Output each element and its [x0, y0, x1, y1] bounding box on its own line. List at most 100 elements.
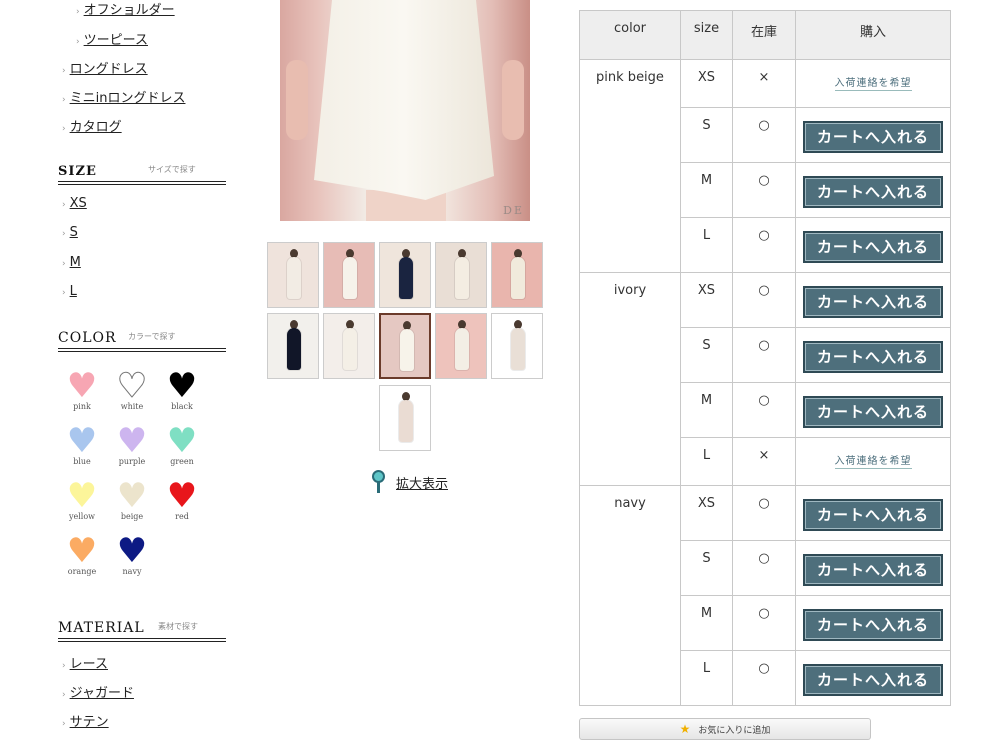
category-link-two-piece[interactable]: › ツーピース: [76, 29, 148, 48]
category-link-mini-in-long[interactable]: › ミニinロングドレス: [62, 87, 185, 106]
material-link-lace[interactable]: › レース: [62, 653, 108, 672]
chevron-right-icon: ›: [76, 37, 80, 47]
add-to-cart-button[interactable]: カートへ入れる: [803, 176, 943, 208]
size-link-m[interactable]: › M: [62, 255, 81, 270]
purchase-cell: カートへ入れる: [795, 272, 951, 328]
stock-cell: ×: [732, 437, 796, 486]
stock-cell: ○: [732, 540, 796, 596]
color-swatch-pink[interactable]: ♥ pink: [60, 366, 104, 411]
heart-icon: ♥: [166, 476, 198, 516]
size-link-xs[interactable]: › XS: [62, 196, 87, 211]
header-purchase: 購入: [795, 10, 951, 60]
color-swatch-purple[interactable]: ♥ purple: [110, 421, 154, 466]
product-thumbnail[interactable]: [491, 313, 543, 379]
heart-icon: ♥: [166, 421, 198, 461]
color-swatch-yellow[interactable]: ♥ yellow: [60, 476, 104, 521]
color-heading: COLOR: [58, 330, 117, 346]
material-link-satin[interactable]: › サテン: [62, 711, 109, 730]
purchase-cell: カートへ入れる: [795, 217, 951, 273]
favorites-label: お気に入りに追加: [698, 726, 771, 736]
chevron-right-icon: ›: [62, 124, 66, 134]
add-to-cart-button[interactable]: カートへ入れる: [803, 341, 943, 373]
size-heading: SIZE: [58, 164, 97, 179]
header-stock: 在庫: [732, 10, 796, 60]
heart-icon: ♥: [66, 366, 98, 406]
add-to-cart-button[interactable]: カートへ入れる: [803, 664, 943, 696]
color-swatch-blue[interactable]: ♥ blue: [60, 424, 104, 466]
color-cell: ivory: [579, 272, 681, 486]
product-thumbnail[interactable]: [435, 313, 487, 379]
product-thumbnail[interactable]: [323, 313, 375, 379]
purchase-cell: カートへ入れる: [795, 595, 951, 651]
purchase-cell: 入荷連絡を希望: [795, 437, 951, 486]
add-to-cart-button[interactable]: カートへ入れる: [803, 286, 943, 318]
add-to-cart-button[interactable]: カートへ入れる: [803, 396, 943, 428]
product-thumbnail[interactable]: [379, 242, 431, 308]
zoom-link[interactable]: 拡大表示: [372, 470, 448, 494]
product-thumbnail[interactable]: [323, 242, 375, 308]
magnifier-icon: [372, 470, 386, 494]
color-swatch-white[interactable]: ♥ white: [110, 369, 154, 412]
add-to-cart-button[interactable]: カートへ入れる: [803, 609, 943, 641]
size-cell: L: [680, 217, 733, 273]
color-swatch-navy[interactable]: ♥ navy: [110, 531, 154, 576]
product-thumbnail[interactable]: [267, 313, 319, 379]
header-size: size: [680, 10, 733, 60]
chevron-right-icon: ›: [76, 7, 80, 17]
category-link-catalog[interactable]: › カタログ: [62, 116, 122, 135]
color-section-heading: COLOR カラーで探す: [58, 330, 226, 352]
restock-notify-link[interactable]: 入荷連絡を希望: [834, 452, 912, 469]
color-swatch-red[interactable]: ♥ red: [160, 476, 204, 521]
add-to-cart-button[interactable]: カートへ入れる: [803, 499, 943, 531]
stock-row: ivory XS ○ カートへ入れる: [579, 272, 951, 486]
chevron-right-icon: ›: [62, 690, 66, 700]
size-section-heading: SIZE サイズで探す: [58, 163, 226, 185]
stock-table: color size 在庫 購入 pink beige XS × 入荷連絡を希望 S ○ カ…: [579, 10, 951, 706]
stock-cell: ○: [732, 162, 796, 218]
stock-cell: ○: [732, 272, 796, 328]
add-to-favorites-button[interactable]: ★ お気に入りに追加: [579, 718, 871, 740]
size-cell: L: [680, 650, 733, 706]
product-thumbnail[interactable]: [435, 242, 487, 308]
restock-notify-link[interactable]: 入荷連絡を希望: [834, 74, 912, 91]
category-link-off-shoulder[interactable]: › オフショルダー: [76, 0, 175, 18]
category-link-long-dress[interactable]: › ロングドレス: [62, 58, 148, 77]
color-swatch-green[interactable]: ♥ green: [160, 421, 204, 466]
product-thumbnail[interactable]: [491, 242, 543, 308]
size-cell: XS: [680, 272, 733, 328]
size-link-l[interactable]: › L: [62, 284, 77, 299]
color-swatch-black[interactable]: ♥ black: [160, 369, 204, 411]
add-to-cart-button[interactable]: カートへ入れる: [803, 554, 943, 586]
size-cell: XS: [680, 485, 733, 541]
size-cell: M: [680, 595, 733, 651]
heart-icon: ♥: [66, 476, 98, 516]
chevron-right-icon: ›: [62, 229, 66, 239]
heart-icon: ♥: [116, 531, 148, 571]
material-link-jacquard[interactable]: › ジャガード: [62, 682, 134, 701]
product-thumbnail[interactable]: [379, 385, 431, 451]
size-cell: S: [680, 540, 733, 596]
stock-cell: ×: [732, 59, 796, 108]
product-thumbnail[interactable]: [379, 313, 431, 379]
add-to-cart-button[interactable]: カートへ入れる: [803, 231, 943, 263]
product-thumbnail[interactable]: [267, 242, 319, 308]
star-icon: ★: [679, 722, 691, 736]
add-to-cart-button[interactable]: カートへ入れる: [803, 121, 943, 153]
heart-icon: ♥: [116, 421, 148, 461]
color-swatch-orange[interactable]: ♥ orange: [60, 534, 104, 576]
chevron-right-icon: ›: [62, 719, 66, 729]
size-cell: M: [680, 382, 733, 438]
chevron-right-icon: ›: [62, 95, 66, 105]
color-swatch-beige[interactable]: ♥ beige: [110, 479, 154, 521]
size-cell: S: [680, 327, 733, 383]
chevron-right-icon: ›: [62, 66, 66, 76]
header-color: color: [579, 10, 681, 60]
stock-cell: ○: [732, 107, 796, 163]
size-cell: S: [680, 107, 733, 163]
purchase-cell: カートへ入れる: [795, 540, 951, 596]
purchase-cell: カートへ入れる: [795, 107, 951, 163]
size-link-s[interactable]: › S: [62, 225, 78, 240]
stock-cell: ○: [732, 217, 796, 273]
size-subheading: サイズで探す: [148, 165, 196, 174]
chevron-right-icon: ›: [62, 661, 66, 671]
